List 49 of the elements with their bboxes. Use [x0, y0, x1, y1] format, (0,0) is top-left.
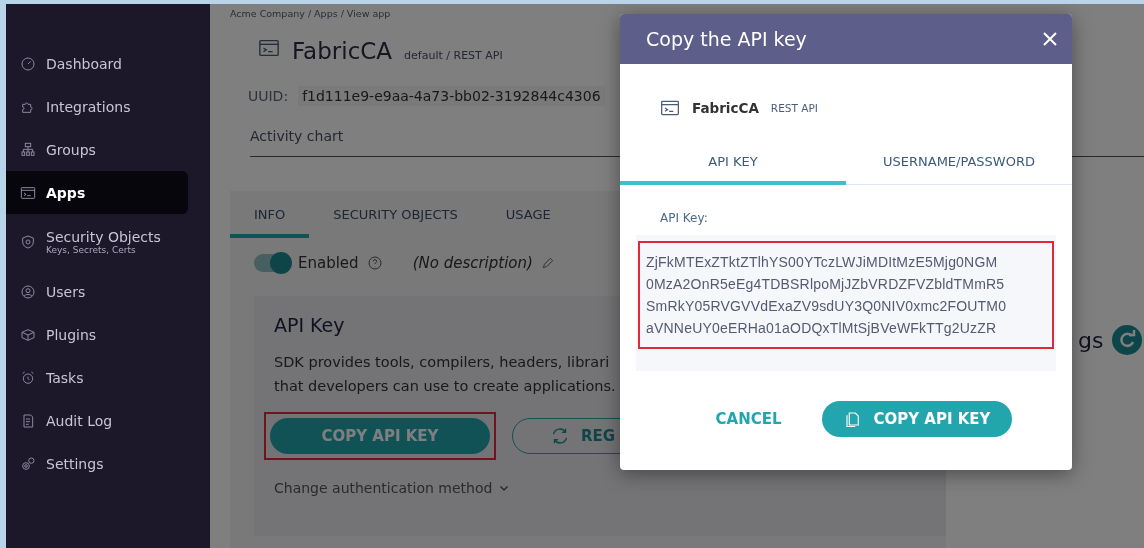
breadcrumb[interactable]: Acme Company / Apps / View app	[230, 8, 391, 19]
card-description: SDK provides tools, compilers, headers, librari that developers can use to create applications.	[274, 353, 616, 396]
dialog-tab[interactable]: API KEY	[620, 154, 846, 185]
sidebar-item[interactable]: Groups	[6, 128, 188, 171]
gears-icon	[20, 455, 36, 472]
sidebar-item[interactable]: Security Objects Keys, Secrets, Certs	[6, 214, 188, 270]
copy-icon	[843, 410, 862, 428]
sidebar-item[interactable]: Plugins	[6, 313, 188, 356]
dialog-app-name: FabricCA	[692, 100, 759, 116]
uuid-value: f1d111e9-e9aa-4a73-bb02-3192844c4306	[298, 86, 605, 106]
card-title: API Key	[274, 314, 345, 336]
tab[interactable]: USAGE	[481, 191, 575, 238]
terminal-icon	[20, 184, 36, 201]
terminal-icon	[660, 98, 680, 118]
sidebar-item[interactable]: Settings	[6, 442, 188, 485]
pencil-icon[interactable]	[540, 256, 555, 270]
gauge-icon	[20, 55, 36, 72]
tab[interactable]: INFO	[230, 191, 310, 238]
sidebar-item[interactable]: Users	[6, 270, 188, 313]
sidebar-item[interactable]: Apps	[6, 171, 188, 214]
close-button[interactable]	[1042, 31, 1058, 47]
sidebar-item[interactable]: Integrations	[6, 85, 188, 128]
alarm-clock-icon	[20, 369, 36, 386]
toggle-label: Enabled	[298, 254, 359, 272]
user-icon	[20, 283, 36, 300]
sidebar-item[interactable]: Dashboard	[6, 42, 188, 85]
help-icon	[366, 255, 383, 271]
settings-heading-fragment: gs	[1078, 327, 1104, 353]
enabled-toggle[interactable]	[254, 254, 290, 272]
tab[interactable]: SECURITY OBJECTS	[309, 191, 482, 238]
api-key-text: ZjFkMTExZTktZTlhYS00YTczLWJiMDItMzE5Mjg0NGM 0MzA2OnR5eEg4TDBSRlpoMjJZbVRDZFVZbldTMmR5 SmRkY05RVGVVdExaZV9sdUY3Q0NIV0xmc2FOUTM0 aVNNeUY0eERHa01aODQxTlMtSjBVeWFkTTg2UzZR	[638, 241, 1054, 349]
app-subtitle: default / REST API	[404, 49, 503, 62]
sidebar-item-label: Security Objects	[46, 229, 161, 245]
sidebar-item[interactable]: Tasks	[6, 356, 188, 399]
uuid-label: UUID:	[248, 88, 289, 104]
box-icon	[20, 326, 36, 343]
hierarchy-icon	[20, 141, 36, 158]
terminal-icon	[258, 37, 280, 59]
app-title: FabricCA	[292, 38, 393, 64]
sidebar-item[interactable]: Audit Log	[6, 399, 188, 442]
dialog-tab[interactable]: USERNAME/PASSWORD	[846, 154, 1072, 185]
sidebar-item-subtitle: Keys, Secrets, Certs	[46, 245, 137, 255]
document-icon	[20, 412, 36, 429]
dialog-app-type: REST API	[770, 102, 818, 114]
dialog-title: Copy the API key	[646, 28, 807, 50]
api-key-label: API Key:	[660, 211, 708, 225]
refresh-icon[interactable]	[1111, 324, 1144, 356]
shield-icon	[20, 234, 36, 250]
description-text: (No description)	[412, 254, 533, 272]
